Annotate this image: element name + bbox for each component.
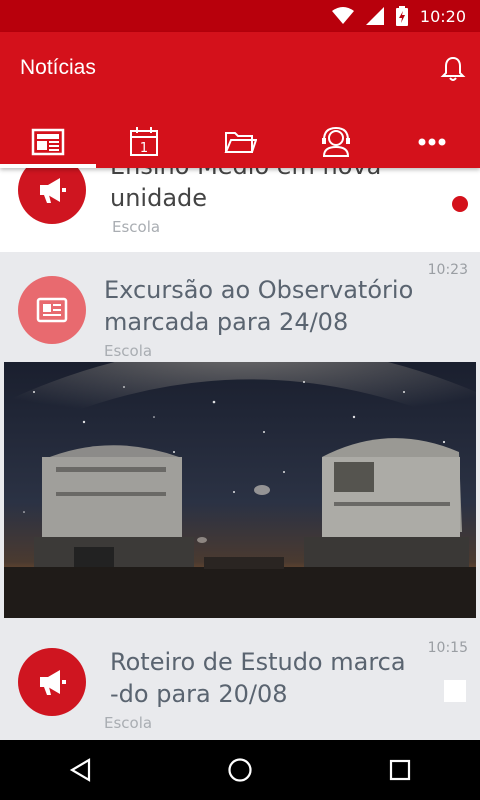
recents-button[interactable] [370, 740, 430, 800]
news-time: 10:15 [427, 640, 468, 656]
status-icons: 10:20 [331, 0, 466, 32]
read-checkbox[interactable] [444, 680, 466, 702]
megaphone-icon [40, 178, 66, 203]
tab-folders[interactable] [192, 116, 288, 168]
notifications-bell-icon[interactable] [438, 54, 468, 84]
observatory-night-sky-image [4, 362, 476, 618]
tab-more[interactable] [384, 116, 480, 168]
tab-news[interactable] [0, 116, 96, 168]
announcement-avatar [18, 168, 86, 224]
news-title-cont: -do para 20/08 [110, 680, 288, 708]
status-time: 10:20 [419, 6, 466, 26]
announcement-avatar [18, 648, 86, 716]
support-agent-icon [322, 126, 350, 157]
recents-square-icon [389, 759, 411, 781]
tab-bar: 1 [0, 116, 480, 168]
home-circle-icon [228, 758, 252, 782]
news-card[interactable]: Ensino Médio em nova unidade Escola [0, 168, 480, 252]
wifi-icon [331, 7, 354, 24]
newspaper-icon [36, 297, 68, 323]
news-title: Roteiro de Estudo marca [110, 648, 406, 676]
news-avatar [18, 276, 86, 344]
signal-icon [365, 7, 384, 25]
app-bar: Notícias 1 [0, 32, 480, 168]
battery-icon [395, 6, 408, 26]
news-source: Escola [104, 342, 153, 360]
folder-icon [224, 132, 257, 153]
calendar-day: 1 [140, 141, 148, 156]
tab-calendar[interactable]: 1 [96, 116, 192, 168]
back-triangle-icon [69, 758, 91, 782]
calendar-icon: 1 [130, 127, 158, 156]
news-title-cont: marcada para 24/08 [104, 308, 349, 336]
news-card[interactable]: 10:23 Excursão ao Observatório marcada p… [0, 258, 480, 620]
tab-contact[interactable] [288, 116, 384, 168]
more-horizontal-icon [418, 138, 446, 146]
status-bar: 10:20 [0, 0, 480, 32]
news-title-cont: unidade [110, 184, 208, 212]
observatory-photo[interactable] [4, 362, 476, 618]
news-source: Escola [104, 714, 153, 732]
system-nav-bar [0, 740, 480, 800]
page-title: Notícias [20, 56, 96, 79]
home-button[interactable] [210, 740, 270, 800]
news-card[interactable]: 10:15 Roteiro de Estudo marca -do para 2… [0, 628, 480, 740]
newspaper-icon [31, 128, 65, 156]
unread-indicator [452, 196, 468, 212]
back-button[interactable] [50, 740, 110, 800]
news-time: 10:23 [427, 262, 468, 278]
megaphone-icon [40, 670, 66, 695]
news-title: Ensino Médio em nova [110, 168, 381, 182]
news-title: Excursão ao Observatório [104, 276, 414, 304]
news-source: Escola [112, 218, 161, 236]
news-feed: Ensino Médio em nova unidade Escola 10:2… [0, 168, 480, 740]
